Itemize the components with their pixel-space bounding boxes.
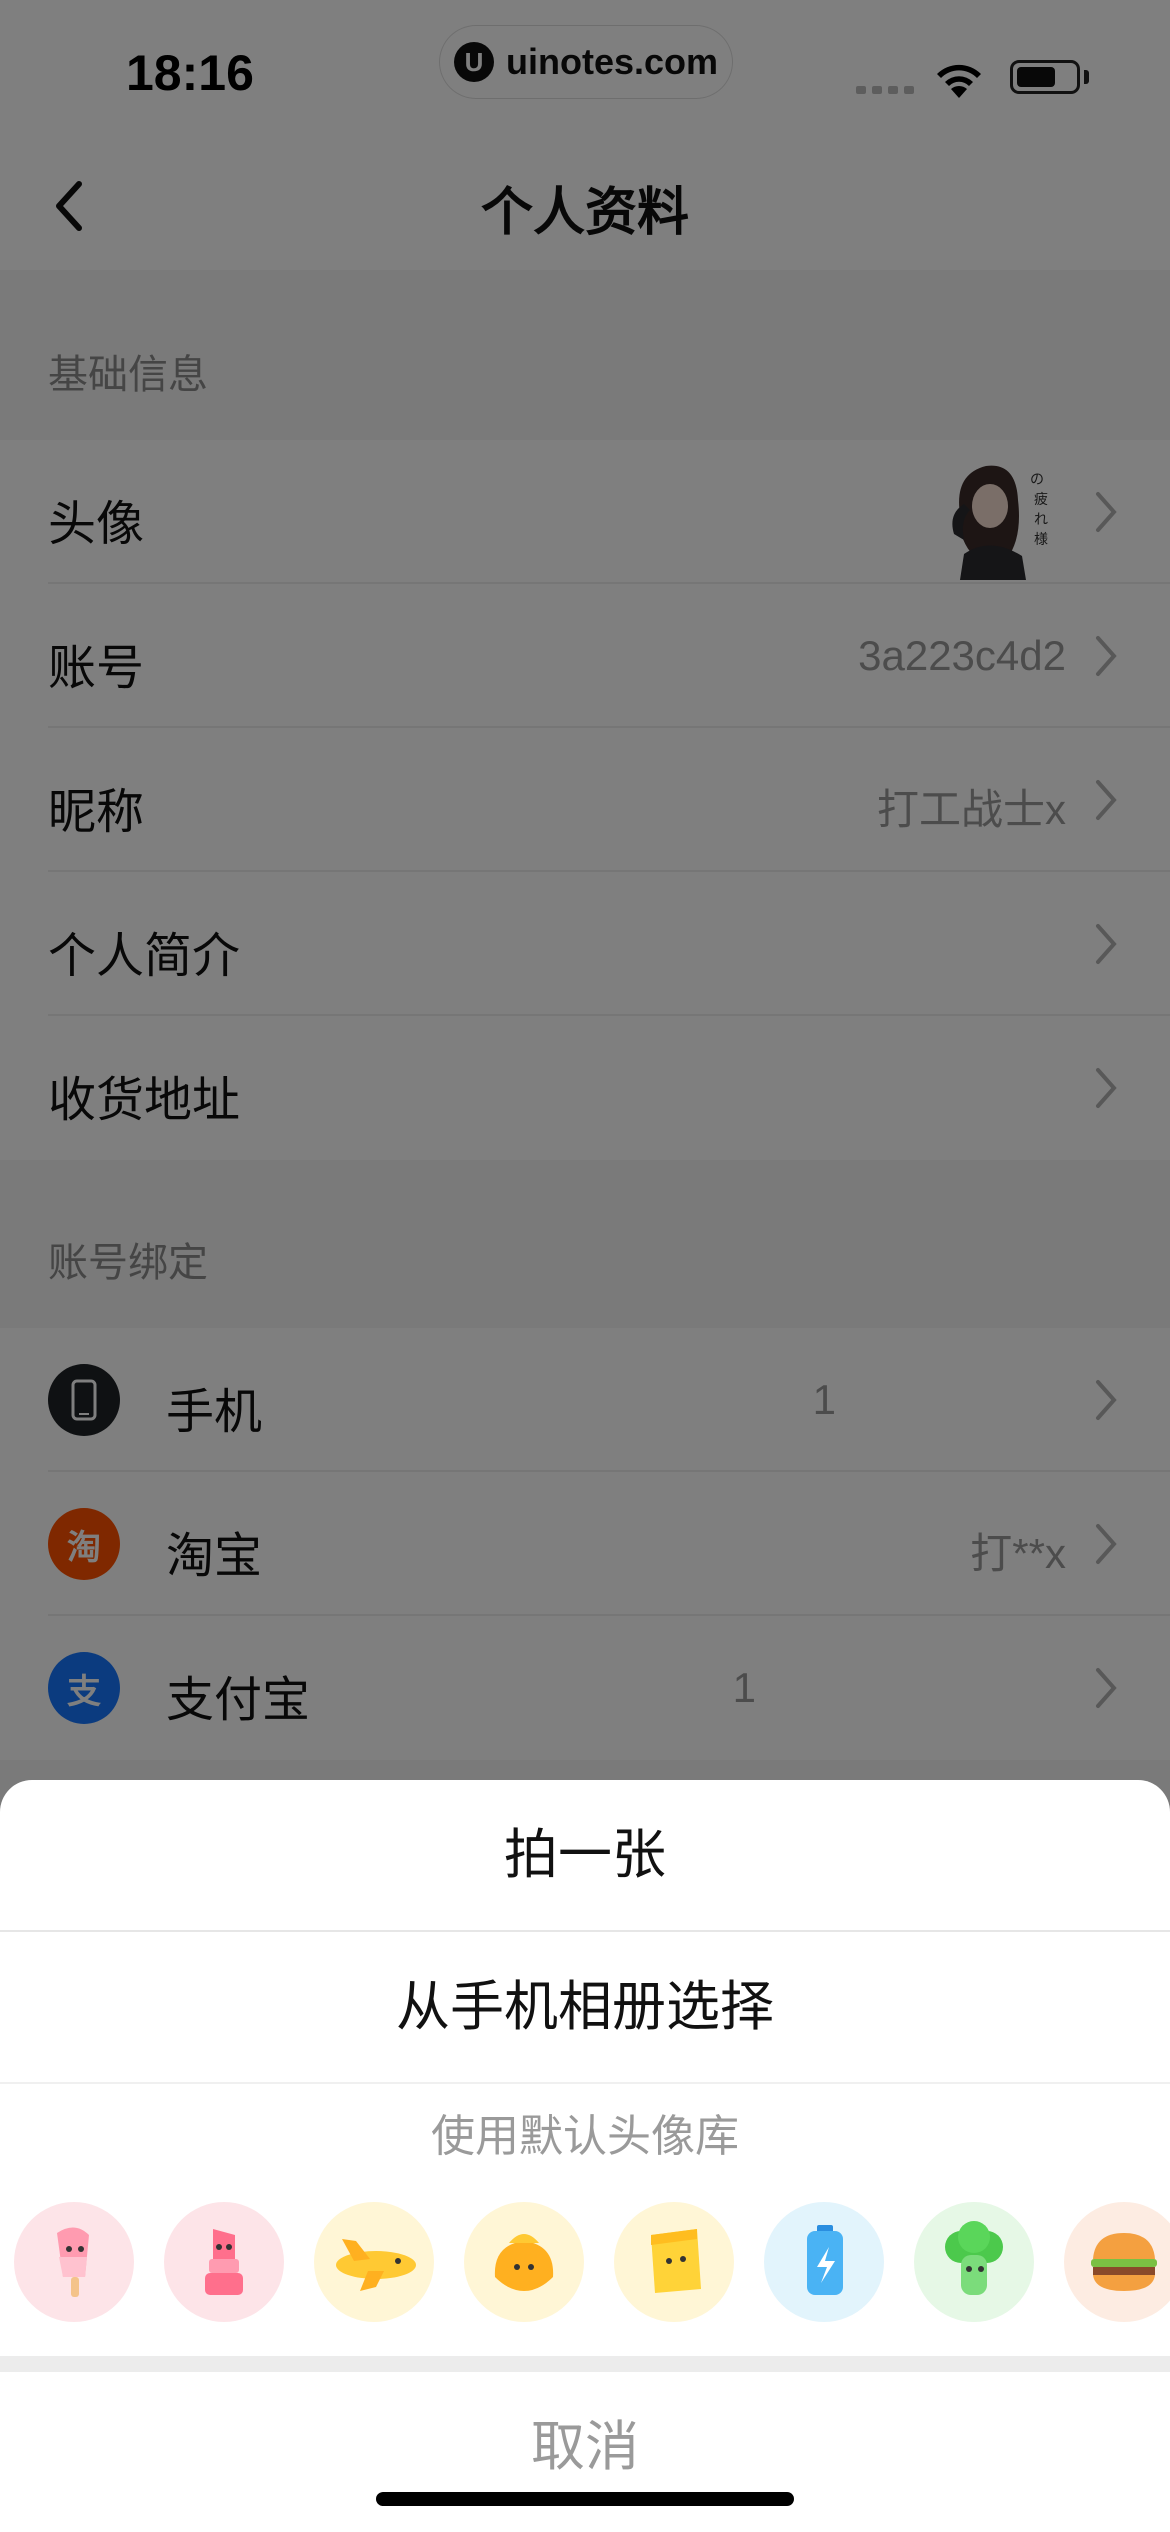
avatar-option-bun[interactable] xyxy=(464,2202,584,2322)
sheet-separator xyxy=(0,2356,1170,2372)
home-indicator[interactable] xyxy=(376,2492,794,2506)
lipstick-icon xyxy=(205,2229,243,2295)
cancel-button[interactable]: 取消 xyxy=(0,2372,1170,2532)
choose-album-button[interactable]: 从手机相册选择 xyxy=(0,1932,1170,2082)
avatar-option-chips[interactable] xyxy=(614,2202,734,2322)
avatar-option-popsicle[interactable] xyxy=(14,2202,134,2322)
broccoli-icon xyxy=(945,2221,1003,2295)
battery-avatar-icon xyxy=(807,2225,843,2295)
avatar-option-broccoli[interactable] xyxy=(914,2202,1034,2322)
profile-screen: 18:16 U uinotes.com 个人资料 基础信息 头像 xyxy=(0,0,1170,2532)
airplane-icon xyxy=(336,2239,416,2291)
default-library-label: 使用默认头像库 xyxy=(431,2111,739,2162)
take-photo-button[interactable]: 拍一张 xyxy=(0,1780,1170,1930)
avatar-option-battery[interactable] xyxy=(764,2202,884,2322)
avatar-option-airplane[interactable] xyxy=(314,2202,434,2322)
avatar-option-lipstick[interactable] xyxy=(164,2202,284,2322)
bun-icon xyxy=(494,2234,554,2291)
sheet-divider xyxy=(0,2082,1170,2084)
avatar-action-sheet: 拍一张 从手机相册选择 使用默认头像库 取消 xyxy=(0,1780,1170,2532)
avatar-option-burger[interactable] xyxy=(1064,2202,1170,2322)
popsicle-icon xyxy=(57,2227,89,2297)
chips-icon xyxy=(651,2229,701,2293)
default-avatar-list xyxy=(14,2202,1170,2326)
burger-icon xyxy=(1091,2233,1157,2291)
